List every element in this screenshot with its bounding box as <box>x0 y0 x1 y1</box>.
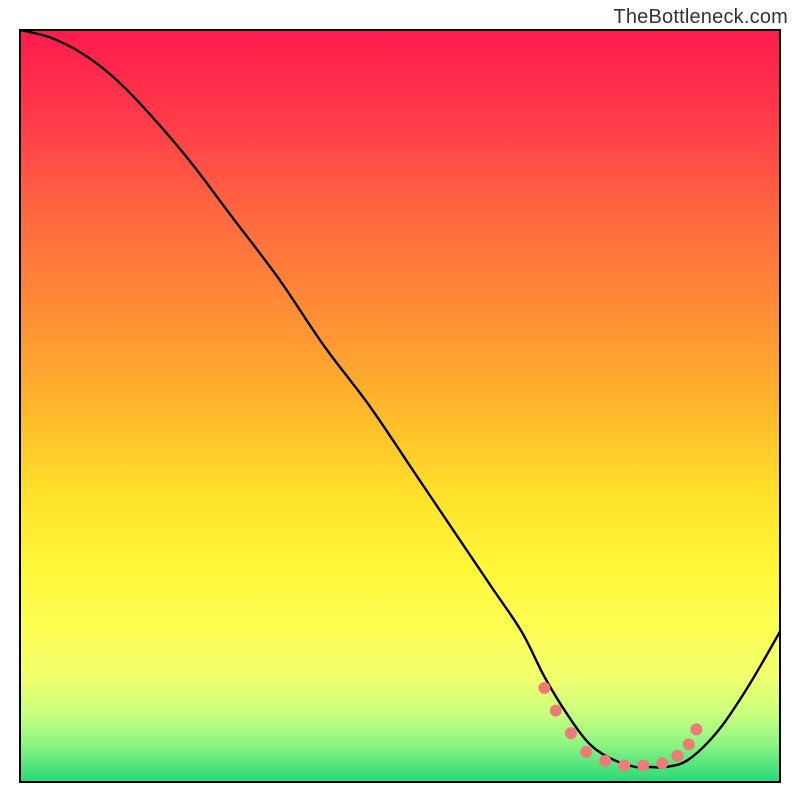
watermark-text: TheBottleneck.com <box>613 6 788 29</box>
valley-marker-dot <box>683 738 695 750</box>
valley-marker-dot <box>550 705 562 717</box>
valley-marker-dot <box>618 760 630 772</box>
valley-marker-dot <box>637 760 649 772</box>
valley-marker-dot <box>565 727 577 739</box>
valley-marker-dot <box>656 757 668 769</box>
valley-marker-dot <box>599 755 611 767</box>
valley-marker-dot <box>580 746 592 758</box>
valley-marker-dot <box>671 750 683 762</box>
valley-marker-dot <box>538 682 550 694</box>
bottleneck-chart <box>0 0 800 800</box>
valley-marker-dot <box>690 723 702 735</box>
plot-background <box>20 30 780 782</box>
chart-container: TheBottleneck.com <box>0 0 800 800</box>
